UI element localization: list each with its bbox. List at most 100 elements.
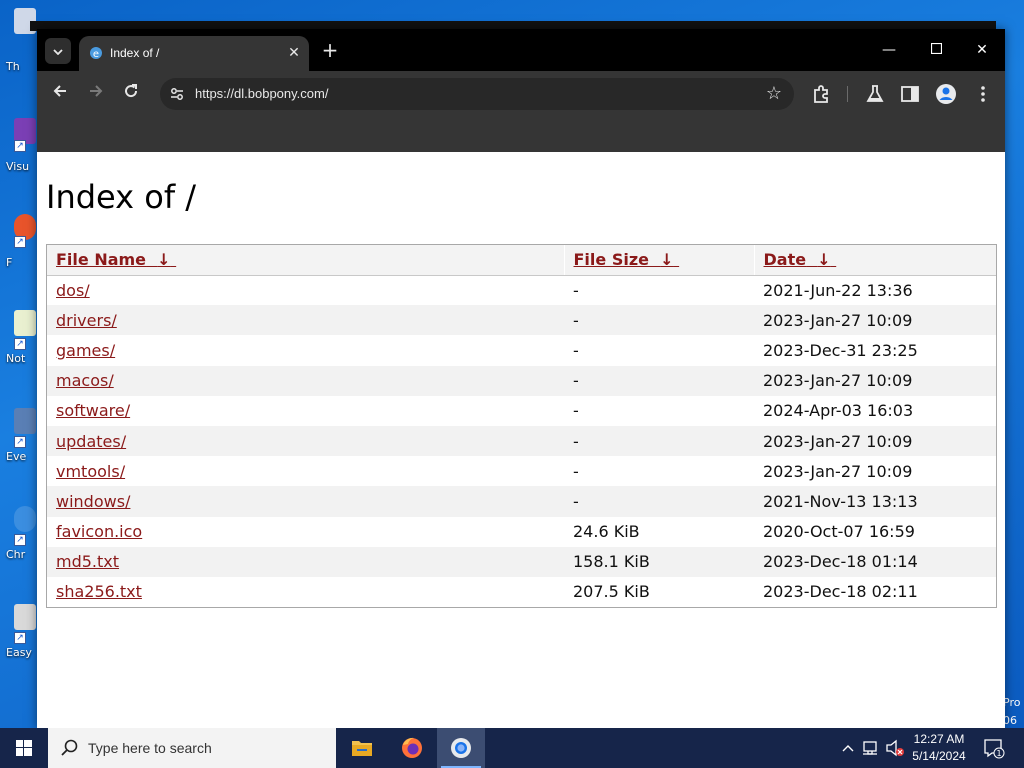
svg-text:e: e [93, 49, 99, 60]
file-date-cell: 2023-Dec-31 23:25 [763, 340, 918, 360]
labs-flask-icon[interactable] [863, 82, 887, 106]
ie-favicon-icon: e [90, 47, 102, 60]
file-size-cell: - [564, 486, 754, 517]
volume-status[interactable] [884, 728, 906, 768]
file-link[interactable]: software/ [56, 401, 130, 420]
close-window-button[interactable]: ✕ [959, 37, 1005, 63]
toolbar: https://dl.bobpony.com/ ☆ [37, 71, 1005, 143]
file-size-cell: - [573, 280, 579, 300]
forward-button[interactable] [82, 80, 110, 108]
file-date-cell: 2023-Dec-18 02:11 [763, 582, 918, 602]
taskbar-search-box[interactable]: Type here to search [48, 728, 336, 768]
file-name-cell: updates/ [47, 425, 564, 457]
show-hidden-icons-button[interactable] [838, 728, 858, 768]
file-date-cell: 2021-Jun-22 13:36 [763, 280, 913, 300]
file-link[interactable]: favicon.ico [56, 522, 142, 541]
profile-avatar-icon[interactable] [934, 82, 958, 106]
file-size-cell: - [564, 365, 754, 396]
start-button[interactable] [0, 728, 48, 768]
page-content: Index of / File Name ↓ File Size ↓ Date … [37, 152, 1005, 729]
page-title: Index of / [46, 178, 197, 216]
title-bar: e Index of / ✕ + — ✕ [37, 29, 1005, 71]
shortcut-arrow-icon: ↗ [14, 436, 26, 448]
site-info-icon[interactable] [166, 83, 188, 105]
file-link[interactable]: games/ [56, 341, 115, 360]
arrow-right-icon [90, 85, 103, 97]
file-date-cell: 2023-Jan-27 10:09 [763, 461, 913, 481]
tab-active[interactable]: e Index of / ✕ [79, 36, 309, 71]
taskbar-file-explorer[interactable] [338, 728, 386, 768]
file-size-cell: - [573, 340, 579, 360]
taskbar-firefox[interactable] [388, 728, 436, 768]
file-name-cell: favicon.ico [47, 517, 564, 547]
file-link[interactable]: drivers/ [56, 311, 117, 330]
column-header-file-name: File Name ↓ [47, 245, 564, 276]
desktop-icon-1[interactable]: Th [0, 8, 38, 73]
minimize-button[interactable]: — [866, 37, 912, 63]
new-tab-button[interactable]: + [319, 40, 341, 62]
table-row: vmtools/ - 2023-Jan-27 10:09 [47, 456, 996, 486]
firefox-icon [402, 737, 422, 758]
bookmark-star-icon[interactable]: ☆ [766, 83, 782, 105]
table-row: updates/ - 2023-Jan-27 10:09 [47, 425, 996, 457]
address-bar[interactable]: https://dl.bobpony.com/ ☆ [160, 78, 794, 110]
sort-by-name-link[interactable]: File Name ↓ [56, 250, 176, 269]
search-icon [61, 739, 78, 756]
file-size-cell: 207.5 KiB [573, 582, 650, 602]
file-link[interactable]: windows/ [56, 492, 130, 511]
file-link[interactable]: dos/ [56, 281, 90, 300]
desktop-icon-5[interactable]: ↗ Eve [0, 408, 38, 472]
file-name-cell: games/ [47, 335, 564, 365]
extensions-icon[interactable] [809, 82, 833, 106]
shortcut-arrow-icon: ↗ [14, 338, 26, 350]
chevron-up-icon [842, 745, 854, 752]
desktop-icon-6[interactable]: ↗ Chr [0, 506, 38, 570]
chrome-desktop-icon [14, 506, 36, 532]
reload-button[interactable] [117, 80, 145, 108]
desktop-icon-label: Not [6, 352, 26, 365]
windows-edition-watermark: Pro 06 [1003, 694, 1024, 726]
side-panel-icon[interactable] [898, 82, 922, 106]
file-size-cell: - [573, 401, 579, 421]
url-text[interactable]: https://dl.bobpony.com/ [195, 86, 328, 101]
shortcut-arrow-icon: ↗ [14, 534, 26, 546]
more-menu-icon[interactable] [971, 82, 995, 106]
table-row: md5.txt 158.1 KiB 2023-Dec-18 01:14 [47, 546, 996, 577]
desktop-icon-3[interactable]: ↗ F [0, 214, 38, 278]
sort-by-date-link[interactable]: Date ↓ [764, 250, 837, 269]
sort-by-size-link[interactable]: File Size ↓ [574, 250, 680, 269]
file-link[interactable]: vmtools/ [56, 462, 125, 481]
edition-line: Pro [1003, 696, 1021, 709]
desktop-icon-2[interactable]: ↗ Visu [0, 118, 38, 182]
maximize-button[interactable] [913, 37, 959, 63]
file-date-cell: 2023-Jan-27 10:09 [754, 425, 996, 457]
file-size-cell: 158.1 KiB [564, 546, 754, 577]
back-button[interactable] [46, 80, 74, 108]
action-center-button[interactable]: 1 [980, 728, 1008, 768]
event-viewer-icon [14, 408, 36, 434]
file-date-cell: 2023-Dec-18 01:14 [754, 546, 996, 577]
notification-icon: 1 [984, 739, 1005, 759]
file-link[interactable]: macos/ [56, 371, 114, 390]
file-date-cell: 2020-Oct-07 16:59 [763, 522, 915, 542]
file-link[interactable]: updates/ [56, 432, 126, 451]
network-status[interactable] [860, 728, 882, 768]
taskbar-chrome[interactable] [437, 728, 485, 768]
tab-close-icon[interactable]: ✕ [285, 44, 303, 62]
network-icon [863, 741, 877, 755]
table-row: sha256.txt 207.5 KiB 2023-Dec-18 02:11 [47, 577, 996, 607]
shortcut-arrow-icon: ↗ [14, 236, 26, 248]
file-date-cell: 2023-Jan-27 10:09 [754, 365, 996, 396]
file-size-cell: - [564, 305, 754, 336]
chevron-down-icon [53, 49, 63, 56]
chrome-icon [451, 738, 471, 758]
tab-search-button[interactable] [45, 38, 71, 64]
table-row: drivers/ - 2023-Jan-27 10:09 [47, 305, 996, 336]
desktop-icon-7[interactable]: ↗ Easy [0, 604, 38, 668]
file-link[interactable]: md5.txt [56, 552, 119, 571]
table-row: favicon.ico 24.6 KiB 2020-Oct-07 16:59 [47, 517, 996, 547]
file-link[interactable]: sha256.txt [56, 582, 142, 601]
taskbar-clock[interactable]: 12:27 AM 5/14/2024 [906, 731, 972, 765]
table-row: windows/ - 2021-Nov-13 13:13 [47, 486, 996, 517]
desktop-icon-4[interactable]: ↗ Not [0, 310, 38, 374]
